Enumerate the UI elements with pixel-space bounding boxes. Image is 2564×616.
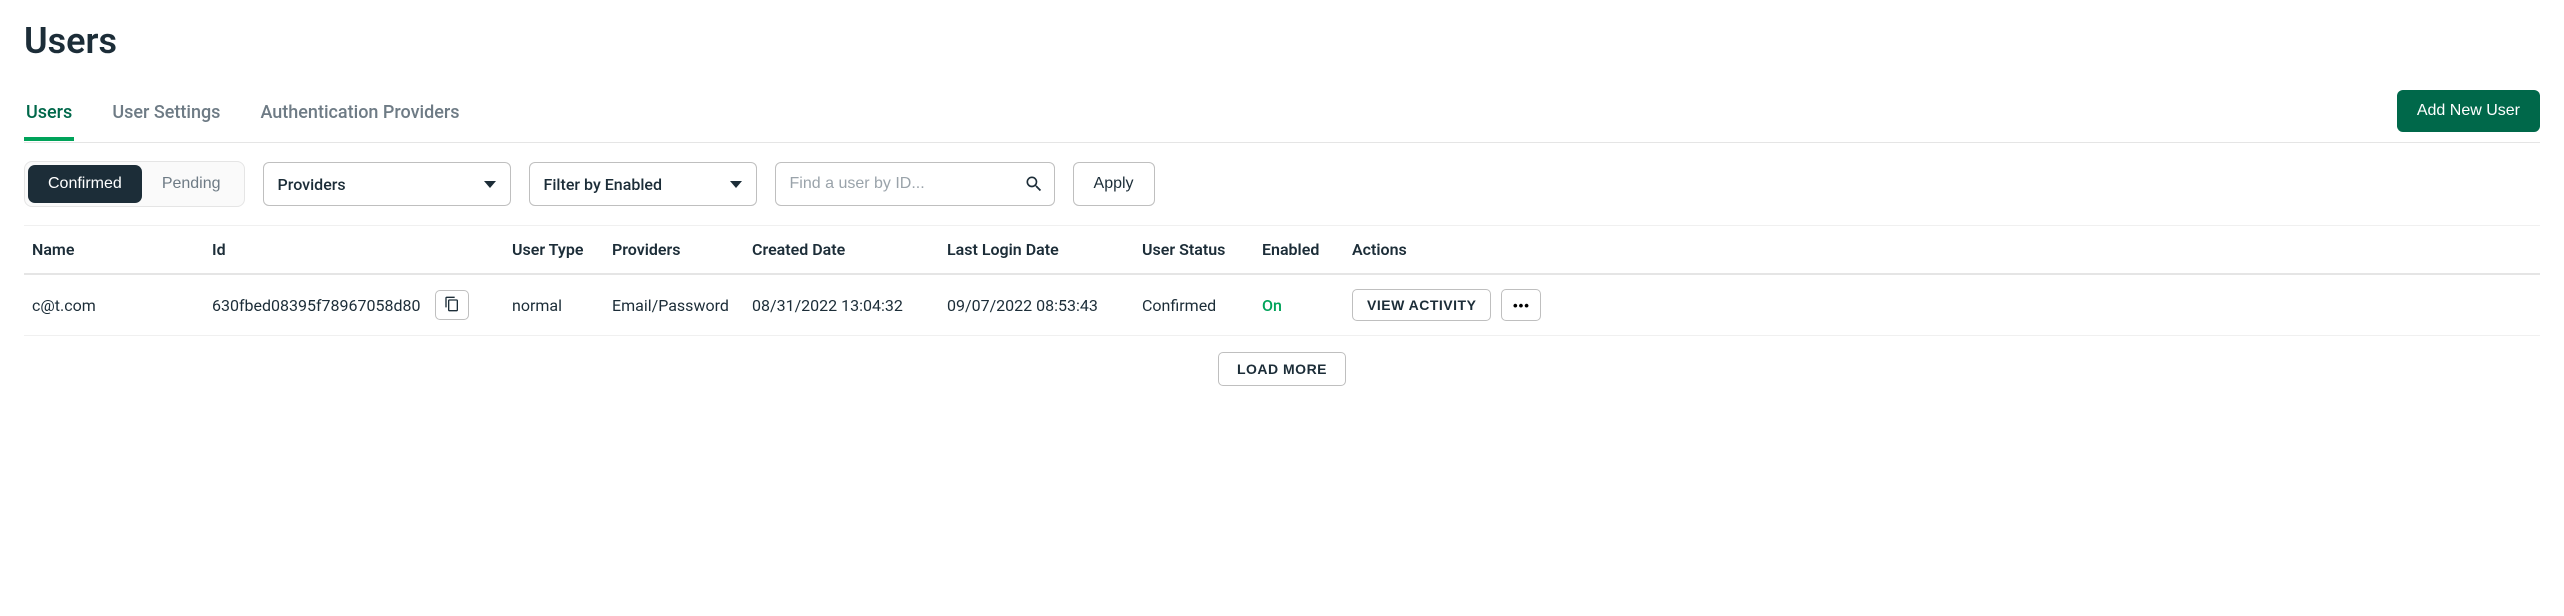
load-more-wrap: LOAD MORE	[24, 336, 2540, 402]
col-id: Id	[212, 240, 512, 259]
filter-bar: Confirmed Pending Providers Filter by En…	[24, 143, 2540, 225]
view-activity-button[interactable]: VIEW ACTIVITY	[1352, 289, 1491, 321]
search-wrapper	[775, 162, 1055, 206]
tabs: Users User Settings Authentication Provi…	[24, 92, 462, 140]
status-segment-group: Confirmed Pending	[24, 161, 245, 207]
cell-id: 630fbed08395f78967058d80	[212, 290, 512, 320]
cell-providers: Email/Password	[612, 296, 752, 315]
copy-id-button[interactable]	[435, 290, 469, 320]
col-user-status: User Status	[1142, 240, 1262, 259]
enabled-select-label: Filter by Enabled	[544, 175, 662, 194]
cell-created-date: 08/31/2022 13:04:32	[752, 296, 947, 315]
cell-user-type: normal	[512, 296, 612, 315]
tab-user-settings[interactable]: User Settings	[110, 92, 222, 141]
ellipsis-icon: •••	[1513, 298, 1530, 313]
load-more-button[interactable]: LOAD MORE	[1218, 352, 1346, 386]
add-new-user-button[interactable]: Add New User	[2397, 90, 2540, 132]
segment-confirmed[interactable]: Confirmed	[28, 165, 142, 203]
tab-authentication-providers[interactable]: Authentication Providers	[258, 92, 461, 141]
cell-enabled: On	[1262, 296, 1352, 315]
cell-user-status: Confirmed	[1142, 296, 1262, 315]
search-icon[interactable]	[1024, 174, 1044, 194]
table-header: Name Id User Type Providers Created Date…	[24, 225, 2540, 275]
col-user-type: User Type	[512, 240, 612, 259]
tab-row: Users User Settings Authentication Provi…	[24, 90, 2540, 143]
table-row: c@t.com 630fbed08395f78967058d80 normal …	[24, 275, 2540, 336]
col-actions: Actions	[1352, 240, 1572, 259]
cell-name: c@t.com	[32, 296, 212, 315]
segment-pending[interactable]: Pending	[142, 165, 241, 203]
col-providers: Providers	[612, 240, 752, 259]
copy-icon	[444, 296, 460, 315]
search-input[interactable]	[790, 175, 1024, 193]
enabled-filter-select[interactable]: Filter by Enabled	[529, 162, 757, 206]
providers-select-label: Providers	[278, 175, 346, 194]
apply-button[interactable]: Apply	[1073, 162, 1155, 206]
cell-last-login-date: 09/07/2022 08:53:43	[947, 296, 1142, 315]
chevron-down-icon	[730, 181, 742, 188]
cell-actions: VIEW ACTIVITY •••	[1352, 289, 1572, 321]
col-enabled: Enabled	[1262, 240, 1352, 259]
col-name: Name	[32, 240, 212, 259]
col-created-date: Created Date	[752, 240, 947, 259]
chevron-down-icon	[484, 181, 496, 188]
cell-id-value: 630fbed08395f78967058d80	[212, 296, 421, 315]
col-last-login-date: Last Login Date	[947, 240, 1142, 259]
page-title: Users	[24, 20, 2540, 62]
tab-users[interactable]: Users	[24, 92, 74, 141]
providers-select[interactable]: Providers	[263, 162, 511, 206]
more-actions-button[interactable]: •••	[1501, 289, 1541, 321]
